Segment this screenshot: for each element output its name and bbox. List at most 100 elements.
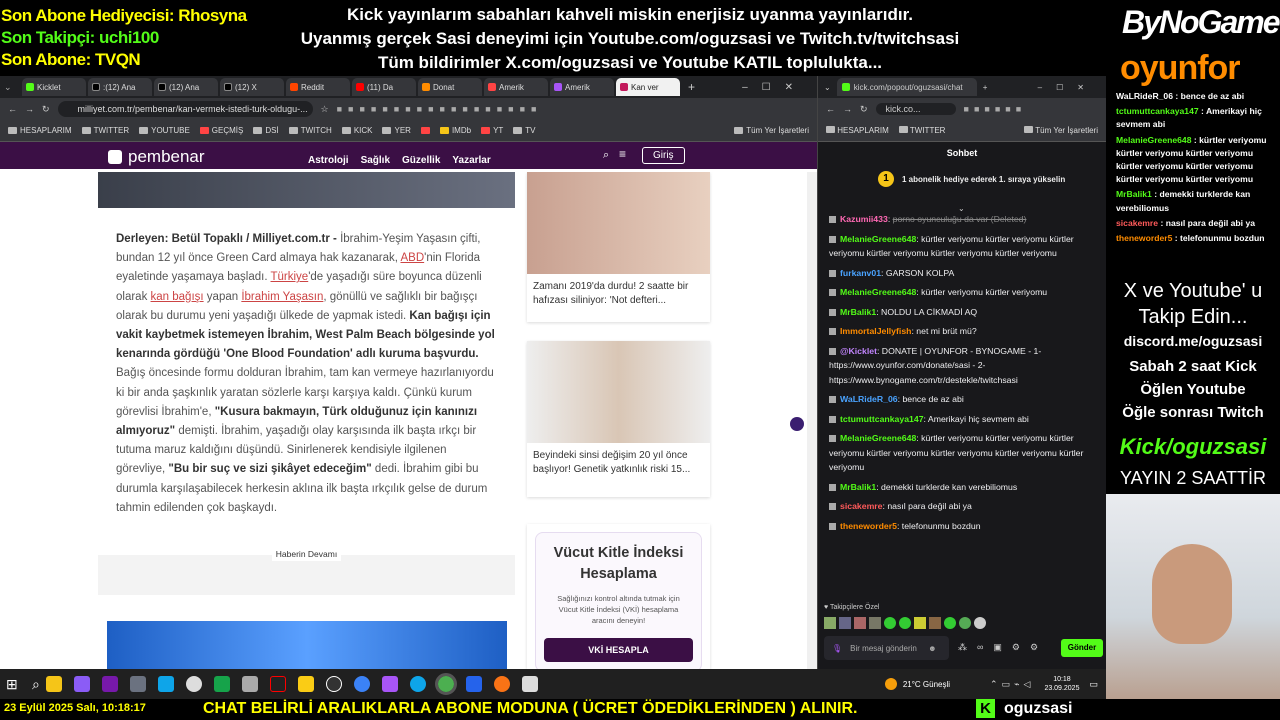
app-icon[interactable] (381, 676, 398, 692)
all-bookmarks[interactable]: Tüm Yer İşaretleri (734, 126, 809, 135)
chat-username[interactable]: WaLRideR_06 (840, 394, 898, 404)
windows-start-icon[interactable]: ⊞ (6, 676, 26, 693)
mod-badge-icon[interactable] (829, 347, 836, 355)
login-button[interactable]: Giriş (642, 147, 685, 164)
bmi-calculate-button[interactable]: VKİ HESAPLA (544, 638, 693, 662)
bookmark[interactable]: TWITCH (288, 126, 332, 135)
site-logo[interactable]: pembenar (108, 147, 205, 167)
emote[interactable] (929, 617, 941, 629)
tab[interactable]: :(12) Ana (88, 78, 152, 96)
mod-badge-icon[interactable] (829, 522, 836, 530)
app-icon[interactable] (213, 676, 230, 692)
tab[interactable]: (12) Ana (154, 78, 218, 96)
chat-username[interactable]: tctumuttcankaya147 (840, 414, 924, 424)
floating-icon[interactable] (790, 417, 804, 431)
emote[interactable] (944, 617, 956, 629)
emote[interactable] (869, 617, 881, 629)
article-link[interactable]: kan bağışı (151, 291, 204, 303)
chat-input[interactable]: 🎙 Bir mesaj gönderin ☻ (824, 636, 949, 660)
tab[interactable]: (12) X (220, 78, 284, 96)
sticky-notes-icon[interactable] (297, 676, 314, 692)
chat-username[interactable]: MelanieGreene648 (840, 433, 916, 443)
onenote-icon[interactable] (101, 676, 118, 692)
chat-username[interactable]: @Kicklet (840, 346, 877, 356)
bookmark[interactable]: HESAPLARIM (826, 126, 889, 135)
app-icon[interactable] (353, 676, 370, 692)
mic-icon[interactable]: 🎙 (832, 644, 842, 653)
emote[interactable] (899, 617, 911, 629)
read-more[interactable]: Haberin Devamı (98, 547, 515, 595)
emote[interactable] (974, 617, 986, 629)
extension-icons[interactable]: ■■■■■■■■■■■■■■■■■■ (337, 104, 543, 114)
notification-icon[interactable]: ▭ (1089, 679, 1098, 690)
related-card-1[interactable]: Zamanı 2019'da durdu! 2 saatte bir hafız… (527, 172, 710, 322)
tab-active[interactable]: kick.com/popout/oguzsasi/chat (836, 78, 977, 96)
mod-badge-icon[interactable] (829, 289, 836, 297)
emote[interactable] (854, 617, 866, 629)
tab[interactable]: (11) Da (352, 78, 416, 96)
mod-badge-icon[interactable] (829, 435, 836, 443)
card-caption[interactable]: Zamanı 2019'da durdu! 2 saatte bir hafız… (527, 274, 710, 322)
bookmark[interactable]: HESAPLARIM (8, 126, 72, 135)
menu-saglik[interactable]: Sağlık (361, 155, 390, 166)
chat-username[interactable]: sicakemre (840, 501, 883, 511)
app-icon[interactable] (73, 676, 90, 692)
window-controls[interactable]: –☐✕ (742, 82, 807, 93)
send-button[interactable]: Gönder (1061, 639, 1103, 657)
file-explorer-icon[interactable] (45, 676, 62, 692)
tab[interactable]: Amerik (550, 78, 614, 96)
hamburger-icon[interactable]: ≡ (619, 147, 626, 161)
chat-username[interactable]: Kazumii433 (840, 214, 888, 224)
mod-badge-icon[interactable] (829, 483, 836, 491)
mod-badge-icon[interactable] (829, 396, 836, 404)
bookmark[interactable]: TWITTER (898, 126, 945, 135)
clock[interactable]: 10:18 23.09.2025 (1044, 675, 1079, 693)
emote[interactable] (839, 617, 851, 629)
emote[interactable] (959, 617, 971, 629)
chat-username[interactable]: theneworder5 (840, 521, 897, 531)
bookmark[interactable]: YER (382, 126, 411, 135)
tab[interactable]: Reddit (286, 78, 350, 96)
mod-badge-icon[interactable] (829, 503, 836, 511)
emote[interactable] (884, 617, 896, 629)
tab-menu-icon[interactable]: ⌄ (4, 82, 20, 93)
all-bookmarks[interactable]: Tüm Yer İşaretleri (1024, 126, 1098, 135)
chat-username[interactable]: MelanieGreene648 (840, 287, 916, 297)
chat-tools-icons[interactable]: ⁂∞▣⚙⚙ (958, 642, 1048, 653)
emoji-icon[interactable]: ☻ (928, 644, 936, 653)
bookmark[interactable]: KICK (341, 126, 372, 135)
mod-badge-icon[interactable] (829, 328, 836, 336)
new-tab-icon[interactable]: + (688, 80, 695, 94)
new-tab-icon[interactable]: + (983, 83, 988, 92)
tab[interactable]: Donat (418, 78, 482, 96)
window-controls[interactable]: –☐✕ (1038, 83, 1098, 92)
emote[interactable] (824, 617, 836, 629)
article-link[interactable]: ABD (400, 252, 424, 264)
chrome-icon[interactable] (434, 673, 457, 695)
scrollbar[interactable] (807, 172, 817, 669)
bookmark[interactable]: YT (481, 126, 503, 135)
mod-badge-icon[interactable] (829, 216, 836, 224)
mod-badge-icon[interactable] (829, 269, 836, 277)
weather-widget[interactable]: 21°C Güneşli (884, 678, 950, 690)
reload-icon[interactable]: ↻ (42, 104, 50, 115)
firefox-icon[interactable] (493, 676, 510, 692)
related-card-2[interactable]: Beyindeki sinsi değişim 20 yıl önce başl… (527, 341, 710, 497)
tab[interactable]: Kicklet (22, 78, 86, 96)
back-icon[interactable]: ← (8, 104, 17, 114)
bookmark[interactable]: TWITTER (81, 126, 129, 135)
chat-username[interactable]: ImmortalJellyfish (840, 326, 911, 336)
url-field[interactable]: milliyet.com.tr/pembenar/kan-vermek-iste… (57, 101, 313, 117)
article-link[interactable]: İbrahim Yaşasın (241, 291, 323, 303)
bookmark[interactable]: YOUTUBE (139, 126, 190, 135)
chat-username[interactable]: MrBalik1 (840, 482, 876, 492)
mod-badge-icon[interactable] (829, 415, 836, 423)
tab[interactable]: Amerik (484, 78, 548, 96)
chat-username[interactable]: furkanv01 (840, 268, 881, 278)
bookmark[interactable]: GEÇMİŞ (199, 126, 243, 135)
mod-badge-icon[interactable] (829, 308, 836, 316)
url-field[interactable]: kick.co... (875, 103, 956, 115)
mod-badge-icon[interactable] (829, 235, 836, 243)
menu-guzellik[interactable]: Güzellik (402, 155, 440, 166)
card-caption[interactable]: Beyindeki sinsi değişim 20 yıl önce başl… (527, 443, 710, 497)
